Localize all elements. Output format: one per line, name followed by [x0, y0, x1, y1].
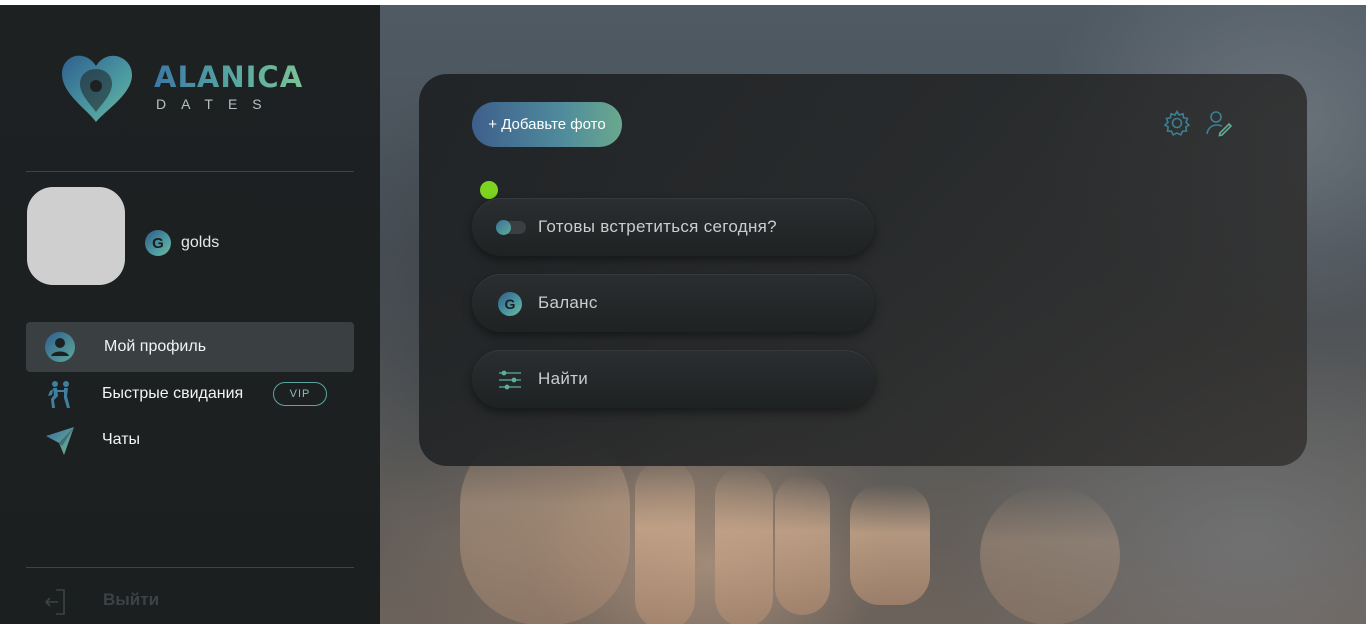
logout-label: Выйти	[103, 590, 160, 609]
balance-button[interactable]: G Баланс	[472, 274, 874, 332]
balance-label: Баланс	[538, 293, 598, 312]
vip-badge: VIP	[273, 382, 327, 406]
avatar[interactable]	[27, 187, 125, 285]
heart-pin-logo-icon	[62, 55, 132, 122]
user-info: G golds	[145, 230, 219, 256]
filter-sliders-icon	[499, 370, 521, 390]
logout-button[interactable]: Выйти	[26, 582, 354, 622]
sidebar-item-label: Мой профиль	[104, 338, 207, 355]
sidebar-item-chats[interactable]: Чаты	[26, 415, 354, 465]
logo[interactable]: ALANICA DATES	[58, 50, 318, 130]
sidebar-item-label: Быстрые свидания	[102, 385, 244, 402]
sidebar-divider-bottom	[26, 567, 354, 568]
find-label: Найти	[538, 369, 589, 388]
sidebar-item-my-profile[interactable]: Мой профиль	[26, 322, 354, 372]
sidebar-divider-top	[26, 171, 354, 172]
find-button[interactable]: Найти	[472, 350, 874, 408]
paper-plane-icon	[46, 427, 74, 455]
gear-icon[interactable]	[1163, 109, 1191, 137]
coin-icon: G	[498, 292, 522, 316]
brand-subtitle: DATES	[156, 96, 277, 112]
sidebar-item-label: Чаты	[102, 431, 141, 448]
toggle-knob	[496, 220, 511, 235]
user-icon	[45, 332, 75, 362]
ready-today-label: Готовы встретиться сегодня?	[538, 217, 777, 236]
ready-today-toggle[interactable]	[496, 220, 526, 235]
username: golds	[181, 234, 220, 251]
online-status-dot	[480, 181, 498, 199]
add-photo-button[interactable]: + Добавьте фото	[472, 102, 622, 147]
ready-today-toggle-row[interactable]: Готовы встретиться сегодня?	[472, 198, 874, 256]
logout-icon	[44, 589, 65, 615]
brand-name: ALANICA	[154, 60, 304, 94]
sidebar-item-speed-dating[interactable]: Быстрые свидания VIP	[26, 369, 354, 419]
running-people-icon	[48, 381, 70, 408]
edit-profile-icon[interactable]	[1205, 109, 1233, 137]
coin-icon: G	[145, 230, 171, 256]
